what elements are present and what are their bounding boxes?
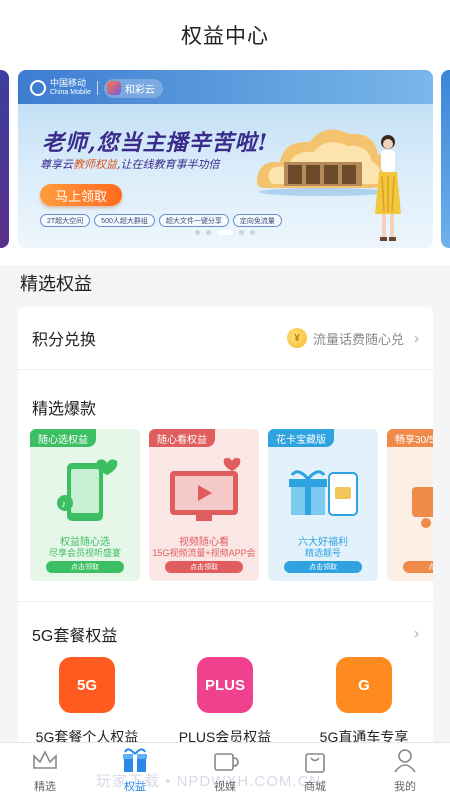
banner-carousel[interactable]: 中国移动 China Mobile 和彩云 老师,您当主播辛苦啦! 尊享云教师权… [0, 70, 450, 265]
5g-benefits-list: 5G 5G套餐个人权益 PLUS PLUS会员权益 G 5G直通车专享 [18, 657, 433, 747]
hot-deal-item[interactable]: 畅享30/500享四点击领取 [387, 429, 433, 581]
hecaiyun-brand: 和彩云 [103, 78, 163, 98]
points-exchange-link[interactable]: ¥ 流量话费随心兑 › [286, 328, 419, 348]
g5-benefit-item[interactable]: PLUS PLUS会员权益 [156, 657, 294, 747]
hot-deal-item[interactable]: 花卡宝藏版 六大好福利 精选靓号 点击领取 [268, 429, 378, 581]
points-exchange-desc: 流量话费随心兑 [312, 331, 404, 347]
tab-label: 权益 [124, 781, 146, 793]
banner-brand-row: 中国移动 China Mobile 和彩云 [30, 78, 163, 98]
gift-box-icon [123, 748, 147, 772]
hot-deals-list[interactable]: 随心选权益 ♪ 权益随心选 尽享会员视听盛宴 点击领取 随心看权益 视频随心看 15G视频流量… [30, 429, 433, 581]
chevron-right-icon: › [414, 329, 419, 347]
benefits-card: 积分兑换 ¥ 流量话费随心兑 › 精选爆款 随心选权益 ♪ 权益随心选 尽享会员视听盛… [18, 307, 433, 747]
tab-label: 我的 [394, 781, 416, 793]
hot-deal-subtitle: 四 [387, 546, 433, 559]
gift-sim-icon [289, 470, 358, 516]
subline-pre: 尊享云 [40, 158, 73, 171]
subline-post: ,让在线教育事半功倍 [117, 158, 220, 171]
profile-icon [394, 749, 416, 773]
hot-deal-tag: 随心选权益 [30, 429, 96, 447]
hot-deal-claim-button[interactable]: 点击领取 [165, 561, 243, 573]
tab-label: 视媒 [214, 781, 236, 793]
banner-peek-next[interactable] [441, 70, 450, 248]
carousel-dot[interactable] [195, 230, 200, 235]
cup-icon [214, 753, 239, 771]
carousel-dots [0, 230, 450, 235]
hecaiyun-logo-icon [106, 81, 121, 95]
g5-benefit-item[interactable]: G 5G直通车专享 [295, 657, 433, 747]
banner-subline: 尊享云教师权益,让在线教育事半功倍 [40, 156, 220, 172]
crown-icon [33, 750, 57, 769]
china-mobile-en: China Mobile [50, 89, 91, 96]
brand-divider [96, 81, 98, 95]
5g-benefits-title: 5G套餐权益 [32, 627, 118, 645]
feature-chip: 定向免流量 [232, 214, 282, 227]
hot-deals-title: 精选爆款 [32, 401, 97, 418]
subline-highlight: 教师权益 [73, 158, 117, 171]
feature-chip: 超大文件一键分享 [158, 214, 229, 227]
hot-deal-item[interactable]: 随心看权益视频随心看15G视频流量+视频APP会员点击领取 [149, 429, 259, 581]
g5-benefit-item[interactable]: 5G 5G套餐个人权益 [18, 657, 156, 747]
feature-chip: 2T超大空间 [40, 214, 91, 227]
tab-1[interactable]: 精选 [0, 743, 90, 800]
5g-benefits-header[interactable]: 5G套餐权益 › [18, 601, 433, 651]
bottom-tab-bar: 精选 权益 视媒 商城 我的 [0, 742, 450, 800]
banner-headline: 老师,您当主播辛苦啦! [42, 130, 269, 156]
china-mobile-cn: 中国移动 [50, 78, 87, 88]
tab-3[interactable]: 视媒 [180, 743, 270, 800]
tab-label: 商城 [304, 781, 326, 793]
banner-peek-prev[interactable] [0, 70, 9, 248]
svg-text:♪: ♪ [61, 499, 66, 510]
hecaiyun-label: 和彩云 [124, 84, 155, 96]
banner-claim-button[interactable]: 马上领取 [40, 184, 122, 206]
carousel-dot[interactable] [239, 230, 244, 235]
banner-slide[interactable]: 中国移动 China Mobile 和彩云 老师,您当主播辛苦啦! 尊享云教师权… [18, 70, 433, 248]
tab-2[interactable]: 权益 [90, 743, 180, 800]
teacher-illustration [375, 135, 401, 241]
hot-deal-tag: 畅享30/500 [387, 429, 433, 447]
hot-deal-claim-button[interactable]: 点击领取 [284, 561, 362, 573]
carousel-dot[interactable] [206, 230, 211, 235]
tab-5[interactable]: 我的 [360, 743, 450, 800]
chevron-right-icon: › [414, 625, 419, 642]
hot-deal-tag: 花卡宝藏版 [268, 429, 334, 447]
points-exchange-label: 积分兑换 [32, 332, 97, 349]
tab-4[interactable]: 商城 [270, 743, 360, 800]
points-exchange-row[interactable]: 积分兑换 ¥ 流量话费随心兑 › [18, 307, 433, 370]
hot-deal-tag: 随心看权益 [149, 429, 215, 447]
hot-deal-subtitle: 尽享会员视听盛宴 [48, 548, 121, 558]
china-mobile-logo-icon [30, 80, 46, 96]
china-mobile-brand: 中国移动 China Mobile [30, 78, 91, 98]
hot-deal-item[interactable]: 随心选权益 ♪ 权益随心选 尽享会员视听盛宴 点击领取 [30, 429, 140, 581]
app-header: 权益中心 [0, 0, 450, 70]
phone-music-icon: ♪ [57, 459, 118, 521]
coin-icon: ¥ [286, 328, 307, 348]
carousel-dot[interactable] [250, 230, 255, 235]
hot-deal-claim-button[interactable]: 点击领取 [403, 561, 433, 573]
cart-icon [412, 487, 433, 528]
feature-chip: 500人超大群组 [94, 214, 155, 227]
tab-label: 精选 [34, 781, 56, 793]
5g-plus-icon[interactable]: 5G [59, 657, 115, 713]
carousel-dot[interactable] [217, 230, 233, 235]
hot-deal-subtitle: 精选靓号 [304, 548, 341, 558]
hot-deal-claim-button[interactable]: 点击领取 [46, 561, 124, 573]
plus-member-icon[interactable]: PLUS [197, 657, 253, 713]
page-title: 权益中心 [181, 25, 269, 48]
tv-play-icon [170, 457, 241, 521]
section-title: 精选权益 [20, 274, 92, 294]
banner-feature-chips: 2T超大空间 500人超大群组 超大文件一键分享 定向免流量 [40, 214, 282, 227]
shopping-bag-icon [305, 753, 325, 773]
5g-express-icon[interactable]: G [336, 657, 392, 713]
